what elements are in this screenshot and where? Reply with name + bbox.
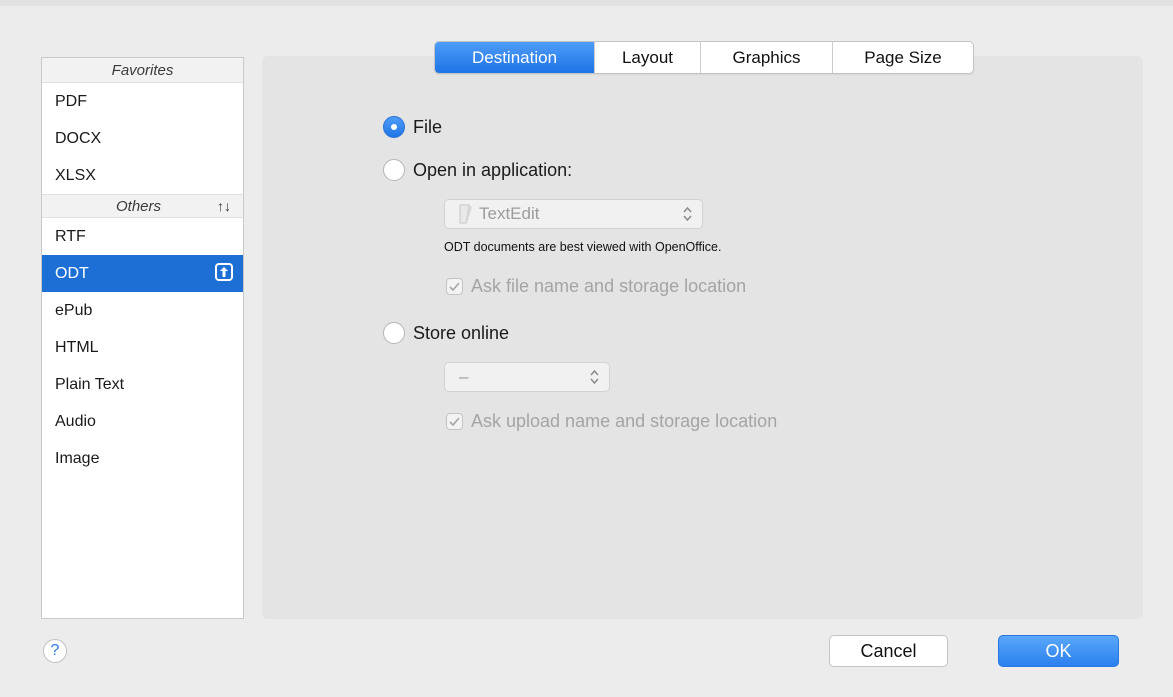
- file-radio[interactable]: [383, 116, 405, 138]
- ask-file-name-label: Ask file name and storage location: [471, 276, 747, 296]
- online-service-popup[interactable]: –: [444, 362, 610, 392]
- window-top-edge: [0, 0, 1173, 6]
- ask-upload-name-checkbox[interactable]: [446, 413, 463, 430]
- file-radio-option[interactable]: File: [383, 116, 442, 138]
- tab-layout[interactable]: Layout: [594, 42, 700, 73]
- document-icon: [459, 204, 472, 224]
- ask-upload-name-label: Ask upload name and storage location: [471, 411, 778, 431]
- tab-page-size[interactable]: Page Size: [832, 42, 973, 73]
- sidebar-item-rtf[interactable]: RTF: [42, 218, 243, 255]
- ask-upload-name-option[interactable]: Ask upload name and storage location: [446, 411, 777, 432]
- checkmark-icon: [449, 281, 460, 291]
- others-header-label: Others: [116, 197, 162, 215]
- sidebar-item-html[interactable]: HTML: [42, 329, 243, 366]
- format-sidebar: Favorites PDF DOCX XLSX Others ↑↓ RTF OD…: [41, 57, 244, 619]
- store-online-label: Store online: [413, 322, 510, 343]
- store-online-option[interactable]: Store online: [383, 322, 509, 344]
- sidebar-item-pdf[interactable]: PDF: [42, 83, 243, 120]
- application-note: ODT documents are best viewed with OpenO…: [444, 240, 722, 254]
- sidebar-item-xlsx[interactable]: XLSX: [42, 157, 243, 194]
- open-in-application-radio[interactable]: [383, 159, 405, 181]
- upload-arrow-icon[interactable]: [215, 263, 233, 281]
- sidebar-item-audio[interactable]: Audio: [42, 403, 243, 440]
- ask-file-name-option[interactable]: Ask file name and storage location: [446, 276, 746, 297]
- chevron-up-down-icon: [590, 369, 599, 385]
- tab-graphics[interactable]: Graphics: [700, 42, 832, 73]
- cancel-button[interactable]: Cancel: [829, 635, 948, 667]
- application-popup[interactable]: TextEdit: [444, 199, 703, 229]
- store-online-radio[interactable]: [383, 322, 405, 344]
- sidebar-item-docx[interactable]: DOCX: [42, 120, 243, 157]
- favorites-header: Favorites: [42, 58, 243, 83]
- ok-button[interactable]: OK: [998, 635, 1119, 667]
- sidebar-item-plain-text[interactable]: Plain Text: [42, 366, 243, 403]
- open-in-application-option[interactable]: Open in application:: [383, 159, 572, 181]
- open-in-application-label: Open in application:: [413, 159, 573, 180]
- ask-file-name-checkbox[interactable]: [446, 278, 463, 295]
- file-label: File: [413, 116, 443, 137]
- help-button[interactable]: ?: [43, 639, 67, 663]
- online-service-popup-value: –: [459, 367, 469, 386]
- sidebar-item-epub[interactable]: ePub: [42, 292, 243, 329]
- tab-bar: Destination Layout Graphics Page Size: [434, 41, 974, 74]
- sidebar-item-odt[interactable]: ODT: [42, 255, 243, 292]
- sort-arrows-icon[interactable]: ↑↓: [217, 198, 231, 214]
- favorites-header-label: Favorites: [111, 61, 174, 79]
- others-header: Others ↑↓: [42, 194, 243, 218]
- tab-destination[interactable]: Destination: [435, 42, 594, 73]
- chevron-up-down-icon: [683, 206, 692, 222]
- sidebar-item-image[interactable]: Image: [42, 440, 243, 477]
- application-popup-value: TextEdit: [479, 204, 540, 223]
- checkmark-icon: [449, 416, 460, 426]
